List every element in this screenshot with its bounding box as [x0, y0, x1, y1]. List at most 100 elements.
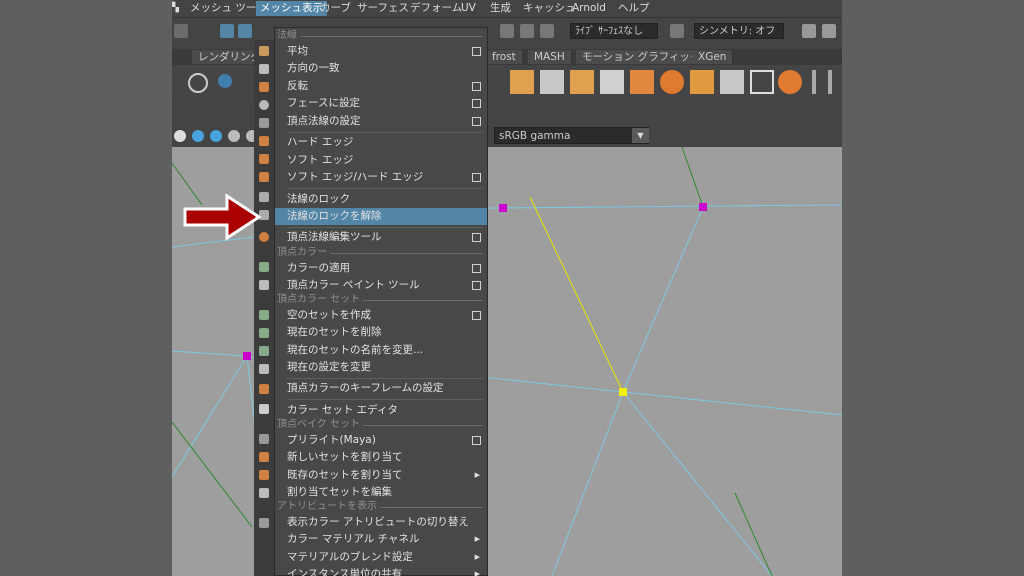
box-split-icon[interactable] — [690, 70, 714, 94]
menubar-item-help[interactable]: ヘルプ — [618, 1, 650, 16]
menu-item-delete-current-set[interactable]: 現在のセットを削除 — [275, 324, 487, 341]
paint-vertex-color-icon — [259, 280, 269, 290]
menu-item-label: 頂点法線の設定 — [287, 115, 361, 127]
shading-icon-2[interactable] — [210, 130, 222, 142]
menu-item-apply-color[interactable]: カラーの適用 — [275, 260, 487, 277]
menubar-item-surfaces[interactable]: サーフェス — [357, 1, 409, 16]
menu-item-set-vertex-normal[interactable]: 頂点法線の設定 — [275, 113, 487, 130]
menu-item-label: 表示カラー アトリビュートの切り替え — [287, 516, 469, 528]
menu-item-assign-new-set[interactable]: 新しいセットを割り当て — [275, 449, 487, 466]
option-box-icon[interactable] — [472, 281, 481, 290]
menu-item-label: 割り当てセットを編集 — [287, 486, 392, 498]
menu-item-unlock-normals[interactable]: 法線のロックを解除 — [275, 208, 487, 225]
option-box-icon[interactable] — [472, 99, 481, 108]
flat-plane-icon[interactable] — [720, 70, 744, 94]
menu-section-display-attributes: アトリビュートを表示 — [275, 500, 487, 513]
pen-tool-icon[interactable] — [828, 70, 832, 94]
menu-item-modify-current-set[interactable]: 現在の設定を変更 — [275, 359, 487, 376]
shading-icon-1[interactable] — [192, 130, 204, 142]
submenu-arrow-icon: ▶ — [474, 471, 480, 479]
menu-item-rename-current-set[interactable]: 現在のセットの名前を変更... — [275, 342, 487, 359]
menu-item-set-keyframe[interactable]: 頂点カラーのキーフレームの設定 — [275, 380, 487, 397]
menubar-item-mesh-display[interactable]: メッシュ表示 — [256, 1, 327, 16]
menu-item-prelight[interactable]: プリライト(Maya) — [275, 432, 487, 449]
menu-item-instance-sharing[interactable]: インスタンス単位の共有 ▶ — [275, 566, 487, 576]
option-box-icon[interactable] — [472, 436, 481, 445]
menu-separator — [287, 227, 483, 228]
menubar-item-cache[interactable]: キャッシュ — [523, 1, 576, 16]
snap-point-icon[interactable] — [500, 24, 514, 38]
menu-item-color-material-channel[interactable]: カラー マテリアル チャネル ▶ — [275, 531, 487, 548]
menu-item-label: 現在のセットの名前を変更... — [287, 344, 424, 356]
menu-item-create-empty-set[interactable]: 空のセットを作成 — [275, 307, 487, 324]
menubar-item-generate[interactable]: 生成 — [490, 1, 511, 16]
move-tool-icon[interactable] — [220, 24, 234, 38]
menu-item-label: カラーの適用 — [287, 262, 350, 274]
tab-mash[interactable]: MASH — [528, 50, 572, 64]
menu-item-reverse[interactable]: 反転 — [275, 78, 487, 95]
frame-icon[interactable] — [750, 70, 774, 94]
menu-item-soft-edge[interactable]: ソフト エッジ — [275, 152, 487, 169]
menu-item-conform[interactable]: 方向の一致 — [275, 60, 487, 77]
submenu-arrow-icon: ▶ — [474, 553, 480, 561]
menubar-item-curves[interactable]: カーブ — [320, 1, 351, 16]
menubar-item-arnold[interactable]: Arnold — [572, 1, 606, 16]
magnet-icon[interactable] — [540, 24, 554, 38]
tab-xgen[interactable]: XGen — [692, 50, 734, 64]
menu-separator — [287, 399, 483, 400]
menu-item-assign-existing-set[interactable]: 既存のセットを割り当て ▶ — [275, 467, 487, 484]
menu-item-soft-hard-edge[interactable]: ソフト エッジ/ハード エッジ — [275, 169, 487, 186]
option-box-icon[interactable] — [472, 173, 481, 182]
symmetry-field[interactable]: シンメトリ: オフ — [694, 23, 784, 39]
menu-section-normals: 法線 — [275, 29, 487, 42]
panel-toggle-left-icon[interactable] — [802, 24, 816, 38]
snap-tool-icon[interactable] — [238, 24, 252, 38]
prelight-icon — [259, 434, 269, 444]
tab-bifrost[interactable]: frost — [486, 50, 523, 64]
menubar-item-deform[interactable]: デフォーム — [410, 1, 462, 16]
snap-view-icon[interactable] — [520, 24, 534, 38]
panel-toggle-right-icon[interactable] — [822, 24, 836, 38]
menu-item-material-blend[interactable]: マテリアルのブレンド設定 ▶ — [275, 549, 487, 566]
edit-assigned-set-icon — [259, 488, 269, 498]
mesh-display-menu: 法線 平均 方向の一致 反転 フェースに設定 頂点法線の設定 ハード エッジ ソ… — [274, 27, 488, 576]
option-box-icon[interactable] — [472, 47, 481, 56]
menu-item-set-to-face[interactable]: フェースに設定 — [275, 95, 487, 112]
cube-icon-2[interactable] — [570, 70, 594, 94]
maya-window: ▚ メッシュ ツール メッシュ表示 カーブ サーフェス デフォーム UV 生成 … — [172, 0, 842, 576]
cube-icon-1[interactable] — [510, 70, 534, 94]
section-title: アトリビュートを表示 — [277, 500, 380, 513]
select-tool-icon[interactable] — [174, 24, 188, 38]
menu-item-normal-edit-tool[interactable]: 頂点法線編集ツール — [275, 229, 487, 246]
menu-item-color-set-editor[interactable]: カラー セット エディタ — [275, 402, 487, 419]
menu-item-label: 反転 — [287, 80, 308, 92]
curve-tool-icon[interactable] — [812, 70, 816, 94]
light-icon[interactable] — [174, 130, 186, 142]
menu-item-paint-vertex-color[interactable]: 頂点カラー ペイント ツール — [275, 277, 487, 294]
option-box-icon[interactable] — [472, 264, 481, 273]
option-box-icon[interactable] — [472, 82, 481, 91]
plane-icon[interactable] — [540, 70, 564, 94]
menu-item-toggle-display-color[interactable]: 表示カラー アトリビュートの切り替え — [275, 514, 487, 531]
menu-item-hard-edge[interactable]: ハード エッジ — [275, 134, 487, 151]
live-surface-field[interactable]: ﾗｲﾌﾞ ｻｰﾌｪｽなし — [570, 23, 658, 39]
grid-icon[interactable] — [600, 70, 624, 94]
chevron-down-icon[interactable]: ▼ — [632, 128, 649, 143]
menu-item-lock-normals[interactable]: 法線のロック — [275, 191, 487, 208]
clock-icon[interactable] — [218, 74, 232, 88]
menu-item-label: 現在のセットを削除 — [287, 326, 382, 338]
tiles-icon[interactable] — [630, 70, 654, 94]
option-box-icon[interactable] — [472, 117, 481, 126]
surface-options-icon[interactable] — [670, 24, 684, 38]
sphere-icon[interactable] — [660, 70, 684, 94]
menu-section-vertex-bake-set: 頂点ベイク セット — [275, 418, 487, 431]
option-box-icon[interactable] — [472, 311, 481, 320]
option-box-icon[interactable] — [472, 233, 481, 242]
menubar-item-uv[interactable]: UV — [461, 1, 476, 16]
ball-icon[interactable] — [778, 70, 802, 94]
menu-item-average[interactable]: 平均 — [275, 43, 487, 60]
target-icon[interactable] — [188, 73, 208, 93]
color-space-select[interactable]: sRGB gamma — [494, 127, 649, 144]
menu-item-edit-assigned-set[interactable]: 割り当てセットを編集 — [275, 484, 487, 501]
shading-icon-3[interactable] — [228, 130, 240, 142]
